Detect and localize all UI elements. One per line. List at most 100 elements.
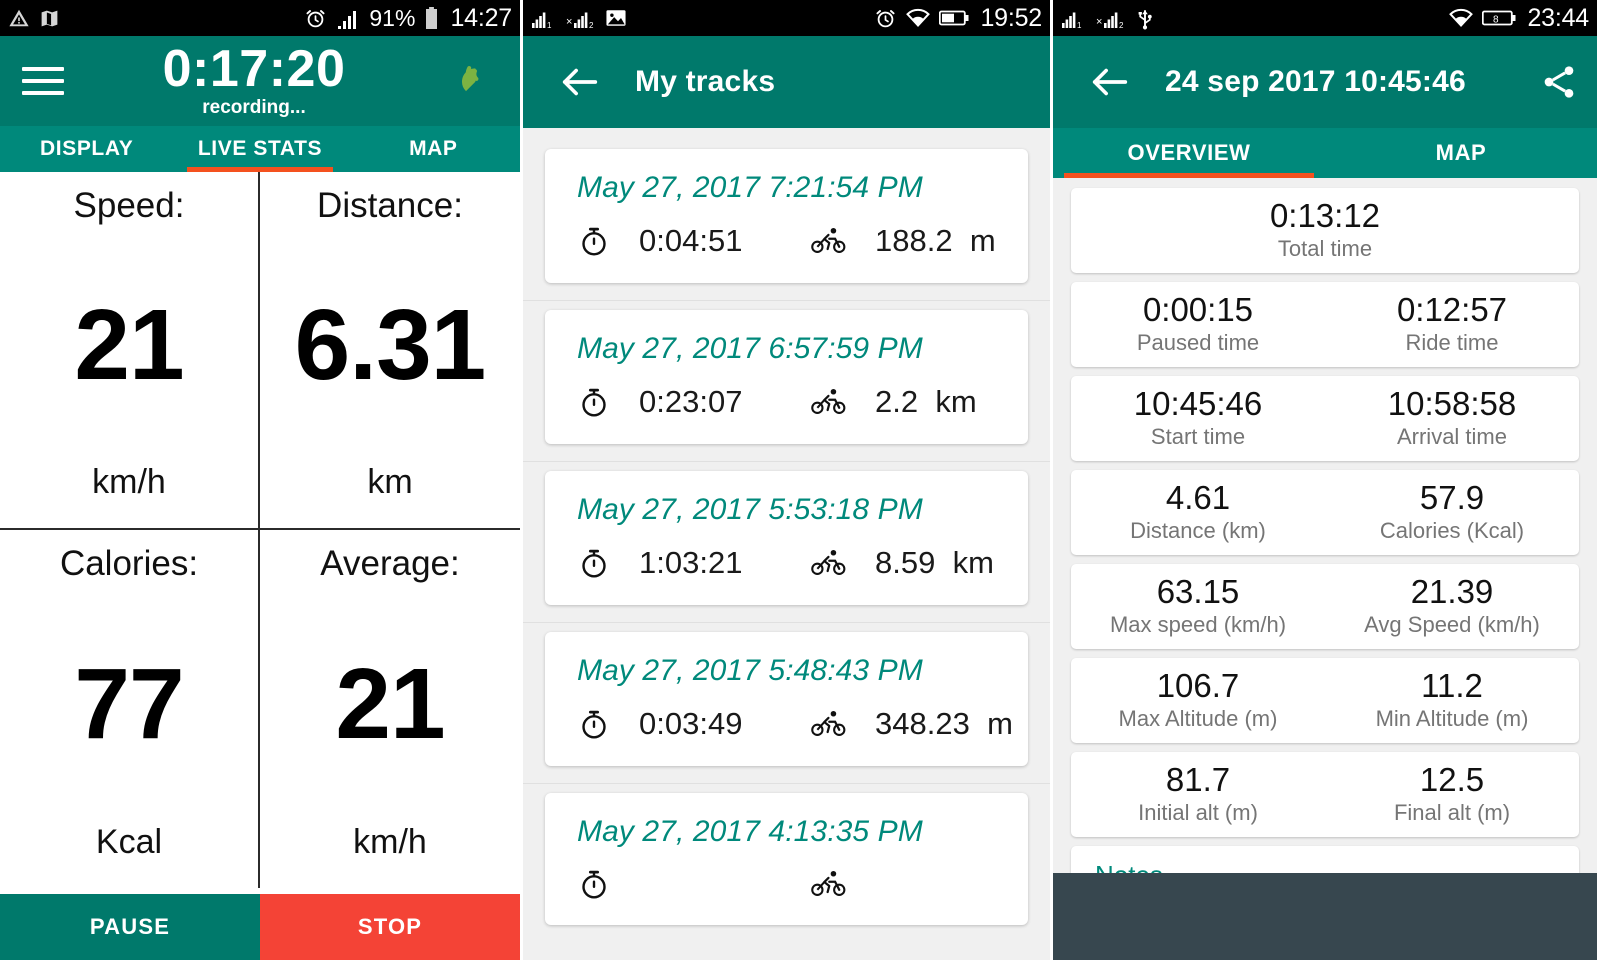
track-date: May 27, 2017 5:53:18 PM: [577, 493, 923, 526]
back-arrow-icon[interactable]: [557, 59, 603, 105]
divider: [523, 461, 1050, 462]
tab-map[interactable]: MAP: [1325, 128, 1597, 178]
list-item[interactable]: May 27, 2017 6:57:59 PM 0:23:07 2.2 km: [545, 310, 1028, 444]
stat-label: Final alt (m): [1393, 799, 1511, 825]
stat-unit: km: [367, 463, 413, 501]
stat-cell-speed: Speed: 21 km/h: [0, 172, 260, 530]
list-item[interactable]: May 27, 2017 4:13:35 PM: [545, 793, 1028, 925]
stat-label: Speed:: [73, 186, 185, 225]
stat-label: Min Altitude (m): [1375, 705, 1529, 731]
divider: [523, 622, 1050, 623]
status-bar-right-icons: 91% 14:27: [304, 4, 512, 33]
stat-label: Total time: [1277, 235, 1373, 261]
stop-button[interactable]: STOP: [260, 894, 520, 960]
stat-item: 0:12:57 Ride time: [1325, 290, 1579, 356]
usb-icon: [1135, 6, 1155, 30]
system-navigation-bar: [1053, 873, 1597, 960]
signal-icon: [336, 8, 360, 29]
tab-overview[interactable]: OVERVIEW: [1053, 128, 1325, 178]
tab-live-stats[interactable]: LIVE STATS: [173, 126, 346, 172]
share-icon[interactable]: [1539, 62, 1579, 102]
back-arrow-icon[interactable]: [1087, 59, 1133, 105]
stat-row-max-avg-speed[interactable]: 63.15 Max speed (km/h) 21.39 Avg Speed (…: [1071, 563, 1579, 649]
stat-row-initial-final-alt[interactable]: 81.7 Initial alt (m) 12.5 Final alt (m): [1071, 751, 1579, 837]
track-distance: 348.23 m: [875, 706, 1013, 741]
stat-item: 10:58:58 Arrival time: [1325, 385, 1579, 450]
stopwatch-icon: [577, 546, 617, 580]
tab-map[interactable]: MAP: [347, 126, 520, 172]
svg-text:×: ×: [566, 16, 572, 28]
stat-unit: km/h: [92, 463, 166, 501]
divider: [523, 300, 1050, 301]
app-bar: My tracks: [523, 36, 1050, 128]
tracks-list[interactable]: May 27, 2017 7:21:54 PM 0:04:51 188.2 m …: [523, 128, 1050, 960]
stat-value: 57.9: [1419, 478, 1485, 516]
stat-value: 0:13:12: [1269, 197, 1381, 234]
track-metrics: 0:23:07 2.2 km: [577, 384, 1028, 420]
app-bar: 0:17:20 recording...: [0, 36, 520, 126]
svg-text:8: 8: [1493, 14, 1499, 25]
svg-text:2: 2: [1119, 21, 1124, 29]
gps-signal-icon[interactable]: [450, 58, 498, 104]
stat-row-distance-calories[interactable]: 4.61 Distance (km) 57.9 Calories (Kcal): [1071, 469, 1579, 555]
warning-icon: [8, 7, 30, 29]
track-distance: 2.2 km: [875, 384, 977, 419]
list-item[interactable]: May 27, 2017 5:53:18 PM 1:03:21 8.59 km: [545, 471, 1028, 605]
svg-text:2: 2: [589, 21, 594, 29]
stat-value: 21: [74, 288, 184, 401]
list-item[interactable]: May 27, 2017 5:48:43 PM 0:03:49 348.23 m: [545, 632, 1028, 766]
stat-value: 6.31: [294, 288, 487, 401]
stat-row-total-time[interactable]: 0:13:12 Total time: [1071, 188, 1579, 273]
signal-sim2-icon: × 2: [1096, 7, 1126, 29]
status-bar-left-icons: [8, 7, 60, 29]
cyclist-icon: [811, 386, 851, 418]
pause-button[interactable]: PAUSE: [0, 894, 260, 960]
stat-item: 0:13:12 Total time: [1071, 197, 1579, 262]
signal-sim2-icon: × 2: [566, 7, 596, 29]
stat-value: 106.7: [1156, 666, 1240, 704]
track-date: May 27, 2017 7:21:54 PM: [577, 171, 923, 204]
list-item[interactable]: May 27, 2017 7:21:54 PM 0:04:51 188.2 m: [545, 149, 1028, 283]
track-metrics: [577, 867, 1028, 901]
track-date: May 27, 2017 4:13:35 PM: [577, 815, 923, 848]
stat-label: Arrival time: [1396, 423, 1507, 449]
screenshot-triptych: 91% 14:27 0:17:20 recording... DISPLAY L…: [0, 0, 1600, 960]
divider: [523, 783, 1050, 784]
phone-screen-track-overview: 1 × 2 8 23:44 24 sep 2017 10:45:46 OVERV…: [1050, 0, 1597, 960]
phone-screen-live-stats: 91% 14:27 0:17:20 recording... DISPLAY L…: [0, 0, 520, 960]
track-distance: 8.59 km: [875, 545, 994, 580]
recording-action-bar: PAUSE STOP: [0, 894, 520, 960]
stat-label: Calories:: [59, 544, 199, 583]
track-date: May 27, 2017 6:57:59 PM: [577, 332, 923, 365]
cyclist-icon: [811, 868, 851, 900]
track-metrics: 1:03:21 8.59 km: [577, 545, 1028, 581]
stat-row-max-min-altitude[interactable]: 106.7 Max Altitude (m) 11.2 Min Altitude…: [1071, 657, 1579, 743]
track-distance: 188.2 m: [875, 223, 996, 258]
wifi-icon: [906, 8, 931, 28]
stat-cell-average: Average: 21 km/h: [260, 530, 520, 888]
alarm-icon: [304, 7, 327, 30]
cyclist-icon: [811, 708, 851, 740]
stat-value: 0:12:57: [1396, 290, 1508, 328]
tab-bar: DISPLAY LIVE STATS MAP: [0, 126, 520, 172]
stat-row-paused-ride-time[interactable]: 0:00:15 Paused time 0:12:57 Ride time: [1071, 281, 1579, 367]
cyclist-icon: [811, 225, 851, 257]
track-metrics: 0:04:51 188.2 m: [577, 223, 1028, 259]
cyclist-icon: [811, 547, 851, 579]
stat-value: 10:45:46: [1133, 384, 1263, 422]
stopwatch-icon: [577, 224, 617, 258]
stat-value: 77: [74, 647, 184, 760]
svg-text:×: ×: [1096, 16, 1102, 28]
stat-value: 0:00:15: [1142, 290, 1254, 328]
stat-label: Paused time: [1136, 329, 1260, 355]
stopwatch-icon: [577, 867, 617, 901]
tab-display[interactable]: DISPLAY: [0, 126, 173, 172]
status-bar-left-icons: 1 × 2: [531, 7, 627, 29]
stat-item: 10:45:46 Start time: [1071, 384, 1325, 450]
recording-timer-block: 0:17:20 recording...: [58, 42, 450, 119]
stat-row-start-arrival-time[interactable]: 10:45:46 Start time 10:58:58 Arrival tim…: [1071, 375, 1579, 461]
battery-percent-label: 91%: [369, 4, 416, 31]
svg-text:1: 1: [1077, 21, 1082, 29]
phone-screen-my-tracks: 1 × 2 19:52 My tracks May 27, 2017 7:21:…: [520, 0, 1050, 960]
stat-value: 21: [335, 647, 445, 760]
